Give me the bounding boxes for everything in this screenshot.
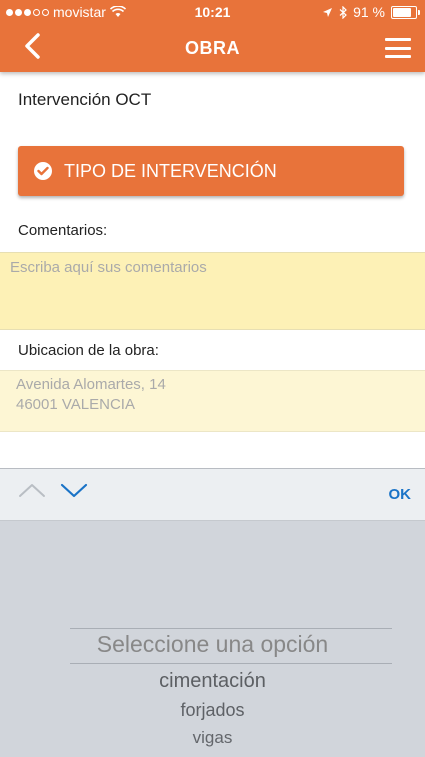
comments-textarea[interactable]: Escriba aquí sus comentarios bbox=[0, 252, 425, 330]
location-city: 46001 VALENCIA bbox=[16, 396, 135, 413]
location-label: Ubicacion de la obra: bbox=[18, 342, 159, 359]
chevron-down-icon bbox=[60, 483, 88, 498]
location-street: Avenida Alomartes, 14 bbox=[16, 376, 166, 393]
hamburger-icon-line bbox=[385, 38, 411, 41]
picker-wheel[interactable]: Seleccione una opción cimentación forjad… bbox=[0, 521, 425, 757]
picker-option[interactable]: Seleccione una opción bbox=[0, 631, 425, 658]
intervention-type-button[interactable]: TIPO DE INTERVENCIÓN bbox=[18, 146, 404, 196]
picker-toolbar: OK bbox=[0, 469, 425, 521]
app-header: movistar 10:21 91 % OBRA bbox=[0, 0, 425, 72]
comments-placeholder: Escriba aquí sus comentarios bbox=[10, 259, 207, 276]
previous-field-button[interactable] bbox=[18, 481, 46, 504]
status-bar: movistar 10:21 91 % bbox=[0, 0, 425, 24]
selection-indicator-top bbox=[70, 628, 392, 629]
chevron-up-icon bbox=[19, 484, 45, 497]
battery-percent: 91 % bbox=[353, 4, 385, 20]
hamburger-icon-line bbox=[385, 46, 411, 50]
hamburger-icon-line bbox=[385, 55, 411, 58]
next-field-button[interactable] bbox=[60, 481, 88, 504]
menu-button[interactable] bbox=[385, 38, 411, 58]
check-circle-icon bbox=[34, 162, 52, 180]
location-arrow-icon bbox=[323, 7, 333, 17]
picker-option[interactable]: cimentación bbox=[0, 670, 425, 693]
ok-button[interactable]: OK bbox=[389, 486, 412, 503]
section-title: Intervención OCT bbox=[18, 90, 152, 109]
form-content: Intervención OCT TIPO DE INTERVENCIÓN Co… bbox=[0, 72, 425, 468]
status-right: 91 % bbox=[322, 4, 420, 20]
location-field[interactable]: Avenida Alomartes, 14 46001 VALENCIA bbox=[0, 370, 425, 432]
selection-indicator-bottom bbox=[70, 663, 392, 664]
intervention-type-label: TIPO DE INTERVENCIÓN bbox=[64, 160, 277, 181]
comments-label: Comentarios: bbox=[18, 222, 108, 239]
option-picker: OK Seleccione una opción cimentación for… bbox=[0, 468, 425, 757]
picker-option[interactable]: forjados bbox=[0, 700, 425, 721]
picker-option[interactable]: vigas bbox=[0, 728, 425, 748]
bluetooth-icon bbox=[339, 5, 347, 19]
battery-icon bbox=[391, 5, 420, 19]
page-title: OBRA bbox=[185, 38, 240, 58]
